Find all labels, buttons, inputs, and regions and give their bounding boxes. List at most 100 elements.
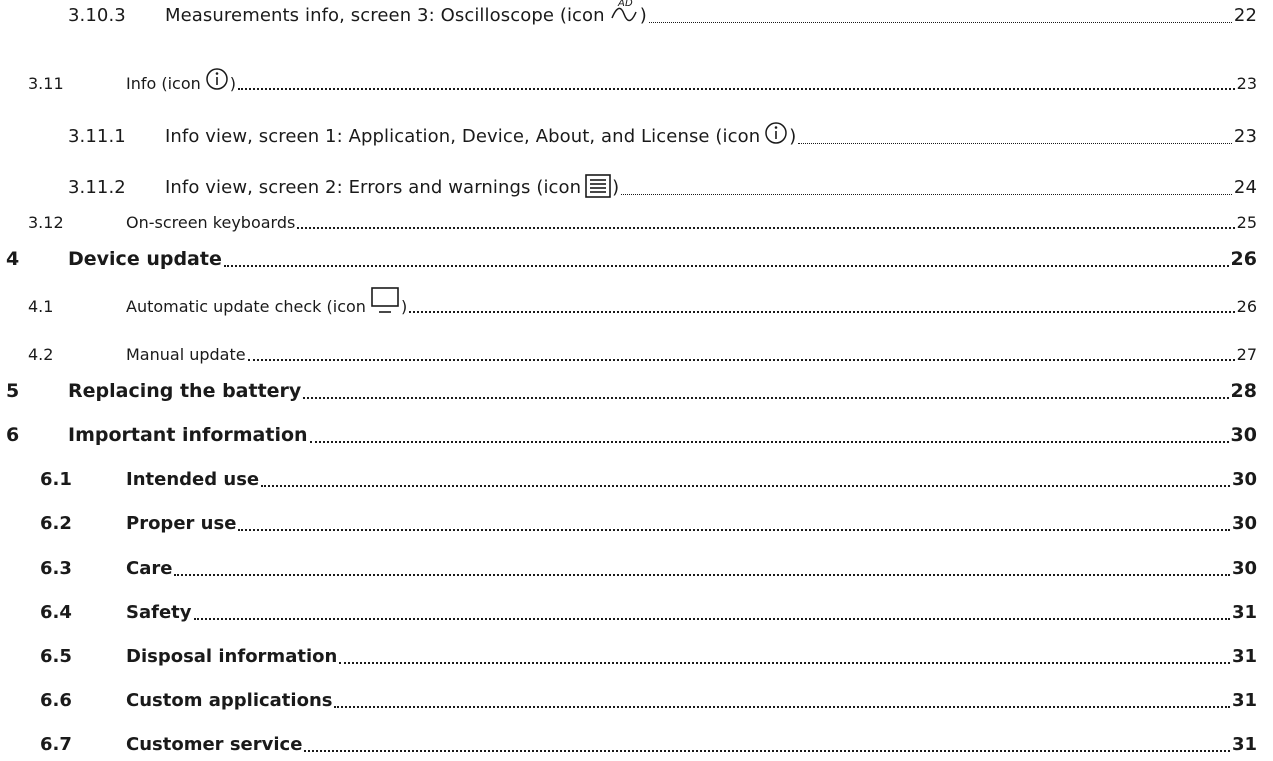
toc-title: Info view, screen 1: Application, Device…: [165, 121, 796, 147]
toc-title: Safety: [126, 602, 192, 623]
toc-number: 6.6: [40, 690, 72, 711]
toc-title-text: Info (icon: [126, 74, 201, 93]
toc-entry-6-7[interactable]: 6.7 Customer service 31: [0, 731, 1273, 761]
toc-title-suffix: ): [639, 5, 647, 26]
toc-entry-3-11[interactable]: 3.11 Info (icon ) 23: [0, 67, 1273, 99]
toc-title-text: Info view, screen 2: Errors and warnings…: [165, 177, 582, 198]
toc-title-text: Info view, screen 1: Application, Device…: [165, 126, 761, 147]
toc-leader-dots: [223, 265, 1229, 267]
toc-title-text: Automatic update check (icon: [126, 297, 366, 316]
toc-leader-dots: [261, 485, 1230, 487]
toc-title: Info view, screen 2: Errors and warnings…: [165, 174, 619, 198]
toc-title: Customer service: [126, 734, 303, 755]
svg-text:AD: AD: [617, 0, 633, 9]
toc-leader-dots: [409, 311, 1235, 313]
toc-number: 6.1: [40, 469, 72, 490]
toc-number: 3.12: [28, 213, 64, 232]
toc-page-number: 26: [1236, 297, 1257, 316]
toc-title: Care: [126, 558, 173, 579]
toc-number: 3.11.2: [68, 177, 126, 198]
toc-page-number: 24: [1233, 177, 1257, 198]
info-circle-icon: [764, 121, 788, 147]
toc-page-number: 31: [1231, 602, 1257, 623]
toc-number: 3.10.3: [68, 5, 126, 26]
toc-entry-3-10-3[interactable]: 3.10.3 Measurements info, screen 3: Osci…: [0, 0, 1273, 32]
monitor-icon: [370, 286, 400, 316]
toc-page-number: 22: [1233, 5, 1257, 26]
toc-title: Intended use: [126, 469, 260, 490]
toc-leader-dots: [238, 88, 1235, 90]
toc-page-number: 26: [1230, 248, 1257, 270]
toc-title: Proper use: [126, 513, 237, 534]
toc-page-number: 25: [1236, 213, 1257, 232]
toc-leader-dots: [193, 618, 1230, 620]
toc-entry-6-4[interactable]: 6.4 Safety 31: [0, 599, 1273, 629]
toc-title: Replacing the battery: [68, 380, 302, 402]
toc-leader-dots: [621, 194, 1232, 195]
toc-leader-dots: [798, 143, 1232, 144]
list-lines-icon: [585, 174, 611, 198]
toc-number: 6: [6, 424, 20, 446]
toc-title: Custom applications: [126, 690, 333, 711]
toc-page-number: 30: [1231, 513, 1257, 534]
toc-number: 4: [6, 248, 20, 270]
toc-leader-dots: [174, 574, 1230, 576]
toc-number: 6.3: [40, 558, 72, 579]
toc-entry-4-2[interactable]: 4.2 Manual update 27: [0, 340, 1273, 370]
toc-page-number: 23: [1236, 74, 1257, 93]
toc-page-number: 31: [1231, 734, 1257, 755]
toc-title-text: Measurements info, screen 3: Oscilloscop…: [165, 5, 605, 26]
toc-title: Measurements info, screen 3: Oscilloscop…: [165, 0, 647, 26]
info-circle-icon: [205, 67, 229, 93]
toc-title: Disposal information: [126, 646, 338, 667]
toc-leader-dots: [303, 397, 1229, 399]
oscilloscope-ad-icon: AD: [609, 0, 639, 26]
toc-number: 5: [6, 380, 20, 402]
toc-title: Automatic update check (icon ): [126, 286, 407, 316]
toc-entry-3-11-2[interactable]: 3.11.2 Info view, screen 2: Errors and w…: [0, 174, 1273, 204]
toc-number: 4.1: [28, 297, 54, 316]
toc-number: 3.11: [28, 74, 64, 93]
toc-entry-6-1[interactable]: 6.1 Intended use 30: [0, 466, 1273, 496]
toc-entry-4[interactable]: 4 Device update 26: [0, 246, 1273, 276]
toc-leader-dots: [238, 529, 1230, 531]
toc-entry-6-3[interactable]: 6.3 Care 30: [0, 555, 1273, 585]
toc-number: 6.2: [40, 513, 72, 534]
toc-number: 6.4: [40, 602, 72, 623]
toc-title: Important information: [68, 424, 308, 446]
toc-entry-6-2[interactable]: 6.2 Proper use 30: [0, 510, 1273, 540]
toc-entry-3-12[interactable]: 3.12 On-screen keyboards 25: [0, 208, 1273, 238]
toc-leader-dots: [648, 22, 1232, 23]
toc-page-number: 23: [1233, 126, 1257, 147]
toc-leader-dots: [339, 662, 1230, 664]
toc-number: 4.2: [28, 345, 54, 364]
toc-page-number: 30: [1231, 469, 1257, 490]
table-of-contents: 3.10.3 Measurements info, screen 3: Osci…: [0, 0, 1273, 760]
toc-leader-dots: [297, 227, 1235, 229]
toc-entry-6-6[interactable]: 6.6 Custom applications 31: [0, 687, 1273, 717]
toc-page-number: 31: [1231, 646, 1257, 667]
toc-title: Info (icon ): [126, 67, 236, 93]
toc-page-number: 30: [1230, 424, 1257, 446]
toc-page-number: 28: [1230, 380, 1257, 402]
toc-entry-4-1[interactable]: 4.1 Automatic update check (icon ) 26: [0, 287, 1273, 322]
toc-number: 6.5: [40, 646, 72, 667]
toc-entry-6-5[interactable]: 6.5 Disposal information 31: [0, 643, 1273, 673]
toc-entry-3-11-1[interactable]: 3.11.1 Info view, screen 1: Application,…: [0, 121, 1273, 153]
toc-leader-dots: [309, 441, 1229, 443]
toc-page-number: 31: [1231, 690, 1257, 711]
toc-title: Manual update: [126, 345, 246, 364]
toc-title-suffix: ): [789, 126, 797, 147]
toc-title: Device update: [68, 248, 222, 270]
toc-title-suffix: ): [229, 74, 237, 93]
toc-leader-dots: [247, 359, 1235, 361]
toc-leader-dots: [304, 750, 1230, 752]
toc-number: 3.11.1: [68, 126, 126, 147]
toc-title-suffix: ): [400, 297, 408, 316]
toc-leader-dots: [334, 706, 1230, 708]
toc-entry-6[interactable]: 6 Important information 30: [0, 422, 1273, 452]
toc-page-number: 27: [1236, 345, 1257, 364]
toc-number: 6.7: [40, 734, 72, 755]
toc-page-number: 30: [1231, 558, 1257, 579]
toc-entry-5[interactable]: 5 Replacing the battery 28: [0, 378, 1273, 408]
